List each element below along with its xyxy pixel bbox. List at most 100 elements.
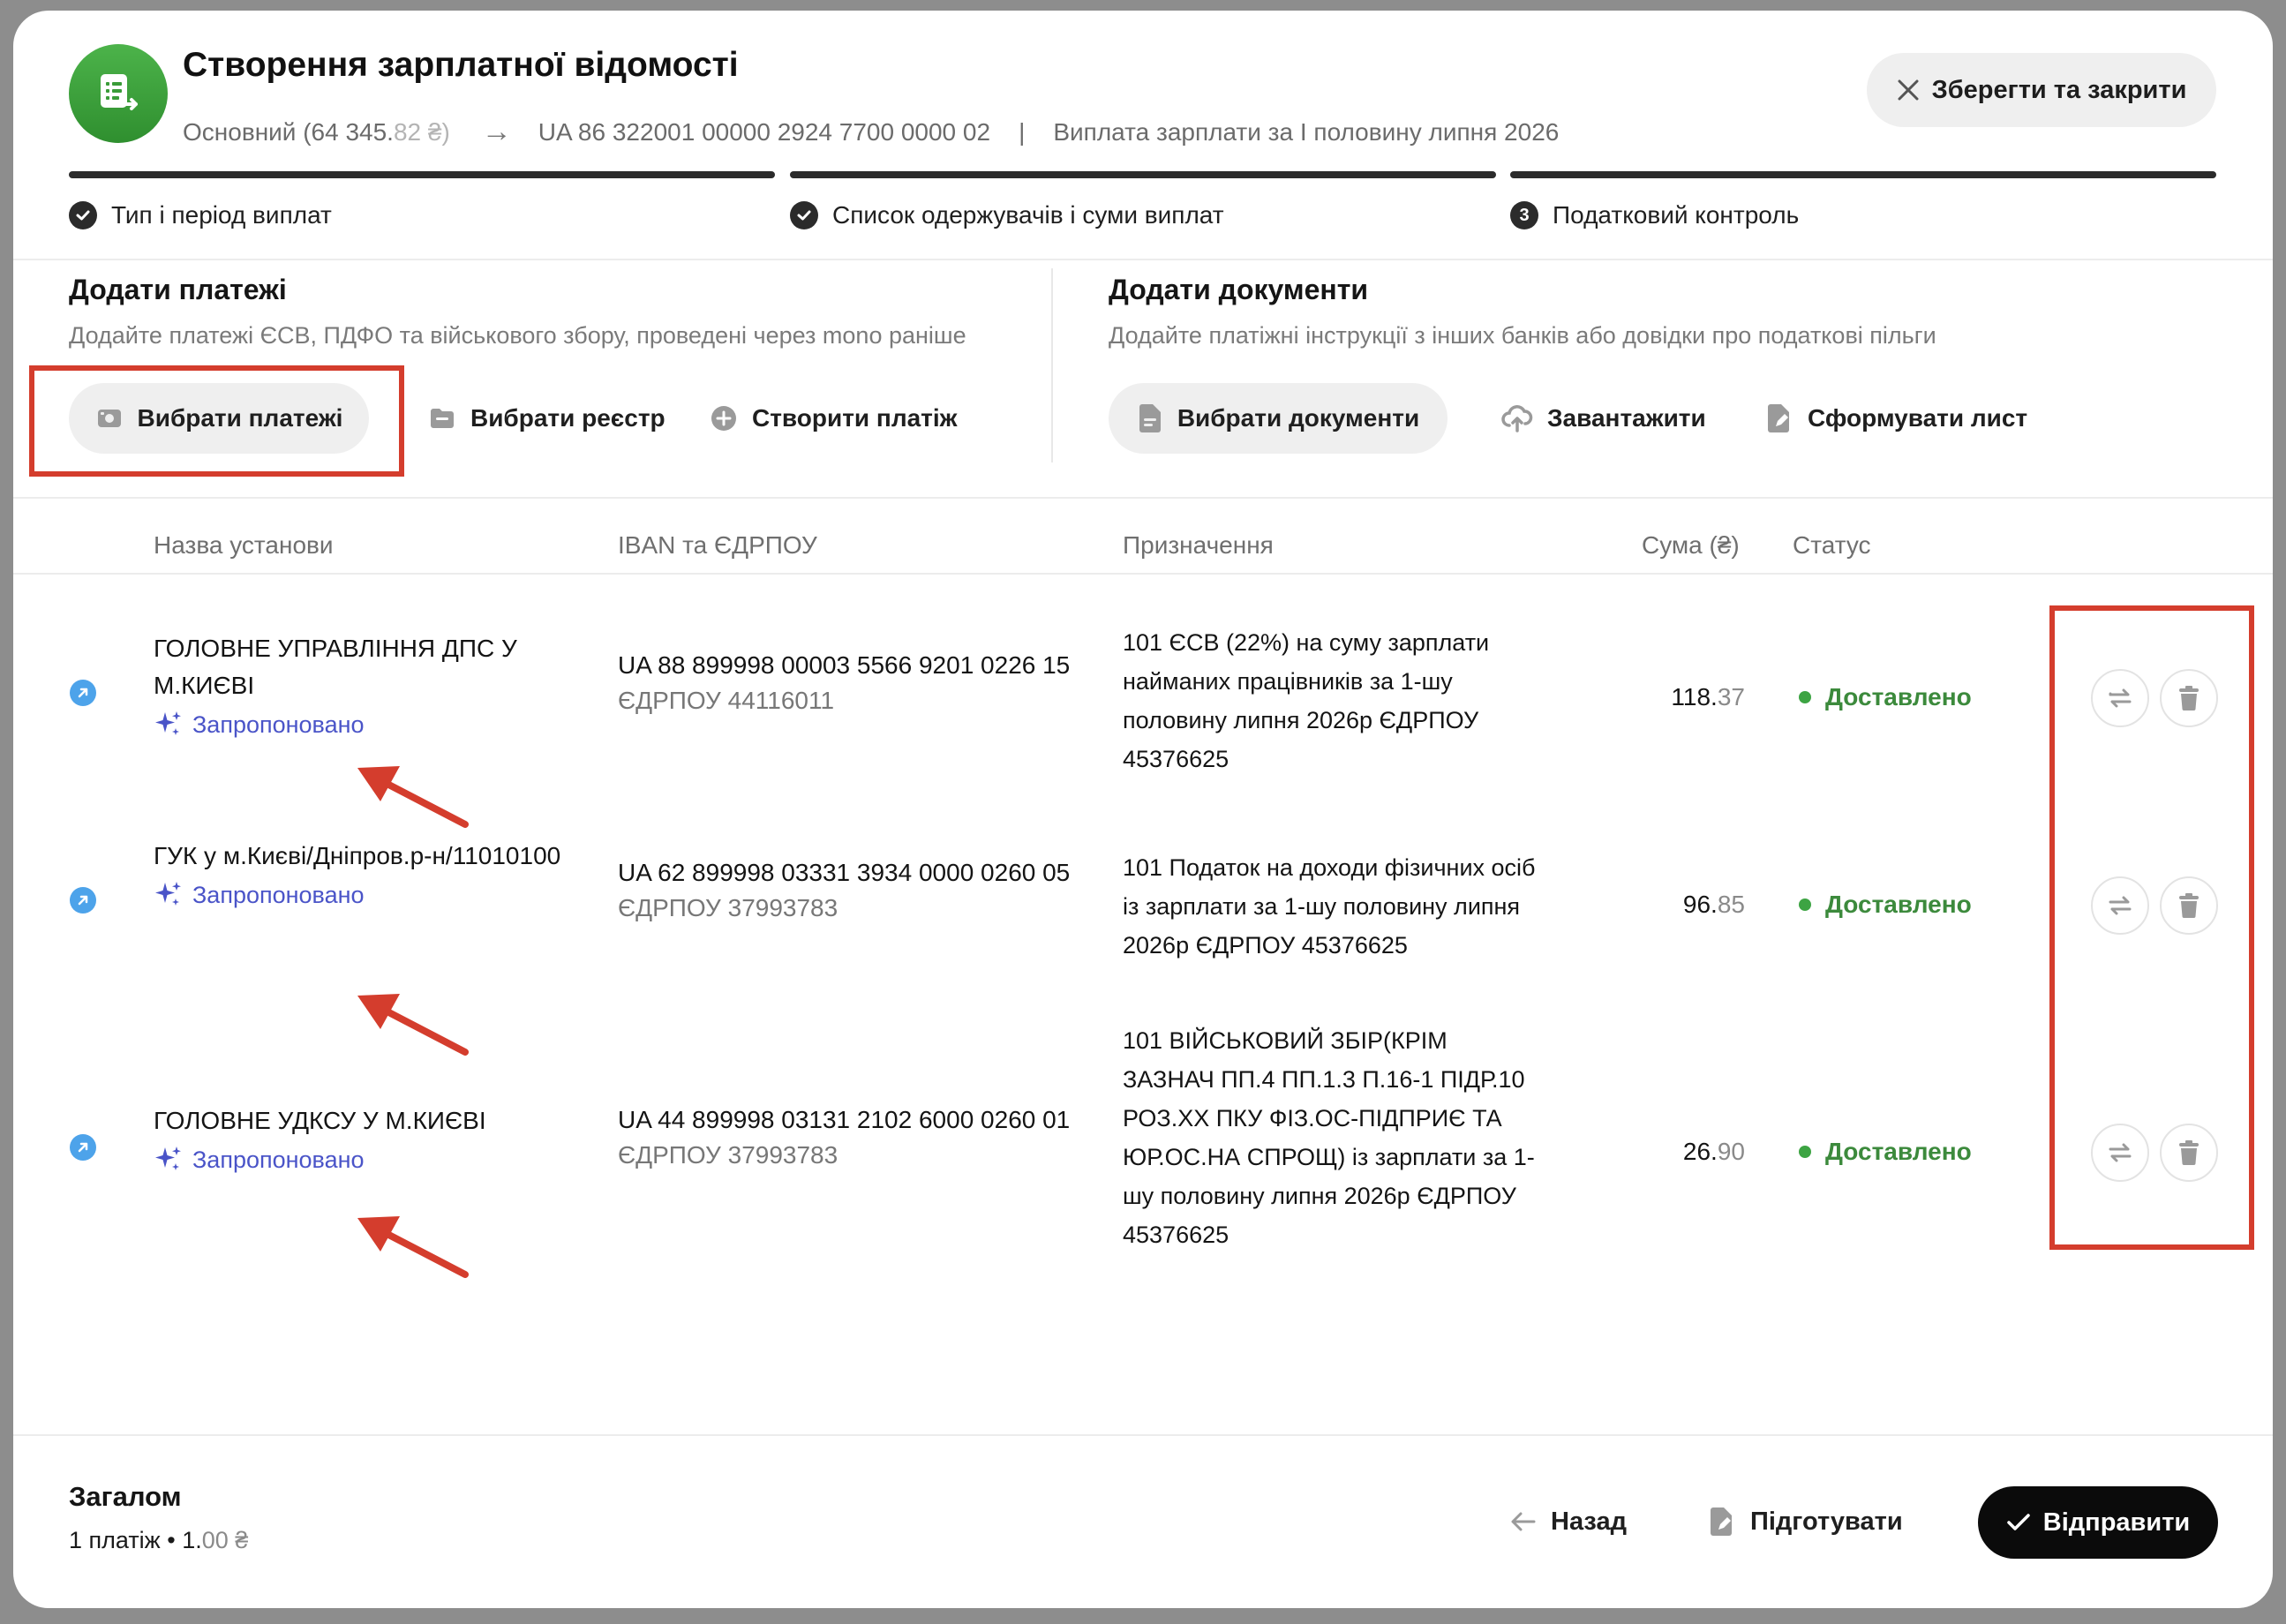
create-payment-label: Створити платіж [752, 404, 958, 432]
upload-button[interactable]: Завантажити [1501, 383, 1706, 454]
step-label: Податковий контроль [1553, 201, 1800, 229]
upload-label: Завантажити [1547, 404, 1706, 432]
divider [13, 573, 2273, 575]
account-name: Основний (64 345. [183, 117, 394, 146]
document-icon [1139, 404, 1161, 432]
send-button[interactable]: Відправити [1978, 1486, 2218, 1559]
payment-description: Виплата зарплати за І половину липня 202… [1053, 117, 1560, 146]
step-recipients[interactable]: Список одержувачів і суми виплат [790, 171, 1496, 229]
recipient-iban: UA 88 899998 00003 5566 9201 0226 15 [618, 651, 1071, 679]
status-dot [1799, 898, 1811, 911]
payroll-modal: Створення зарплатної відомості Основний … [13, 11, 2273, 1608]
add-documents-title: Додати документи [1109, 274, 1369, 305]
suggested-tag: Запропоновано [154, 706, 577, 743]
total-summary: 1 платіж • 1.00 ₴ [69, 1527, 249, 1553]
step-number-badge: 3 [1510, 201, 1538, 229]
account-cents: 82 ₴) [393, 117, 450, 146]
step-label: Тип і період виплат [111, 201, 332, 229]
recipient-iban: UA 44 899998 03131 2102 6000 0260 01 [618, 1106, 1071, 1133]
payroll-summary-line: Основний (64 345. 82 ₴) → UA 86 322001 00… [183, 115, 1559, 149]
step-type-period[interactable]: Тип і період виплат [69, 171, 775, 229]
sparkle-icon [155, 711, 181, 735]
check-icon [2007, 1514, 2030, 1530]
divider [13, 1434, 2273, 1436]
recipient-iban: UA 62 899998 03331 3934 0000 0260 05 [618, 859, 1071, 886]
select-documents-button[interactable]: Вибрати документи [1109, 383, 1448, 454]
suggested-tag: Запропоновано [154, 876, 577, 914]
annotation-arrow-icon [357, 1216, 469, 1278]
payment-purpose: 101 ВІЙСЬКОВИЙ ЗБІР(КРІМ ЗАЗНАЧ ПП.4 ПП.… [1123, 1027, 1535, 1248]
annotation-arrow-icon [357, 766, 469, 828]
back-label: Назад [1551, 1507, 1627, 1536]
step-progress-bar [790, 171, 1496, 178]
section-divider [1051, 268, 1053, 462]
payment-purpose: 101 Податок на доходи фізичних осіб із з… [1123, 854, 1536, 959]
status-dot [1799, 1146, 1811, 1158]
outgoing-payment-icon [70, 887, 96, 914]
status-badge: Доставлено [1799, 683, 1972, 711]
payment-amount: 26.90 [1682, 1138, 1745, 1165]
step-tax-control[interactable]: 3 Податковий контроль [1510, 171, 2216, 229]
divider [13, 259, 2273, 260]
annotation-arrow-icon [357, 994, 469, 1056]
outgoing-payment-icon [70, 680, 96, 706]
upload-cloud-icon [1501, 405, 1533, 432]
save-and-close-button[interactable]: Зберегти та закрити [1867, 53, 2216, 127]
divider [13, 497, 2273, 499]
plus-circle-icon [711, 406, 736, 431]
payment-amount: 96.85 [1682, 891, 1745, 918]
column-header-institution: Назва установи [154, 531, 334, 559]
institution-name: ГУК у м.Києві/Дніпров.р-н/11010100 [154, 842, 561, 869]
status-badge: Доставлено [1799, 1138, 1972, 1166]
suggested-label: Запропоновано [192, 882, 365, 908]
suggested-tag: Запропоновано [154, 1141, 577, 1178]
page-title: Створення зарплатної відомості [183, 46, 739, 84]
step-progress-bar [69, 171, 775, 178]
generate-letter-label: Сформувати лист [1808, 404, 2028, 432]
status-dot [1799, 691, 1811, 703]
status-badge: Доставлено [1799, 891, 1972, 919]
recipient-edrpou: ЄДРПОУ 37993783 [618, 1141, 838, 1169]
select-documents-label: Вибрати документи [1177, 404, 1420, 432]
add-payments-title: Додати платежі [69, 274, 287, 305]
column-header-status: Статус [1793, 531, 1871, 559]
column-header-iban: IBAN та ЄДРПОУ [618, 531, 817, 559]
select-registry-button[interactable]: Вибрати реєстр [428, 383, 665, 454]
column-header-purpose: Призначення [1123, 531, 1274, 559]
separator: | [1019, 117, 1026, 146]
column-header-amount: Сума (₴) [1642, 531, 1740, 559]
recipient-edrpou: ЄДРПОУ 44116011 [618, 687, 835, 714]
annotation-highlight-select-payments [29, 365, 404, 477]
document-edit-icon [1711, 1507, 1732, 1536]
annotation-highlight-row-actions [2049, 605, 2254, 1250]
check-icon [69, 201, 97, 229]
sparkle-icon [155, 882, 181, 906]
check-icon [790, 201, 818, 229]
send-label: Відправити [2042, 1507, 2191, 1537]
institution-name: ГОЛОВНЕ УПРАВЛІННЯ ДПС У М.КИЄВІ [154, 635, 517, 699]
create-payment-button[interactable]: Створити платіж [710, 383, 958, 454]
account-iban: UA 86 322001 00000 2924 7700 0000 02 [538, 117, 991, 146]
back-button[interactable]: Назад [1510, 1486, 1627, 1557]
payment-purpose: 101 ЄСВ (22%) на суму зарплати найманих … [1123, 629, 1490, 772]
close-icon [1898, 79, 1919, 101]
select-registry-label: Вибрати реєстр [470, 404, 665, 432]
suggested-label: Запропоновано [192, 711, 365, 738]
outgoing-payment-icon [70, 1134, 96, 1161]
payment-amount: 118.37 [1671, 683, 1745, 710]
add-documents-description: Додайте платіжні інструкції з інших банк… [1109, 322, 1936, 349]
institution-name: ГОЛОВНЕ УДКСУ У М.КИЄВІ [154, 1107, 486, 1134]
payroll-logo-icon [69, 44, 168, 143]
suggested-label: Запропоновано [192, 1147, 365, 1173]
total-title: Загалом [69, 1481, 182, 1512]
save-and-close-label: Зберегти та закрити [1931, 75, 2187, 104]
sparkle-icon [155, 1147, 181, 1170]
folder-icon [431, 409, 454, 428]
prepare-button[interactable]: Підготувати [1708, 1486, 1903, 1557]
add-payments-description: Додайте платежі ЄСВ, ПДФО та військового… [69, 322, 966, 349]
document-edit-icon [1768, 404, 1789, 432]
arrow-left-icon [1511, 1512, 1536, 1531]
step-progress-bar [1510, 171, 2216, 178]
generate-letter-button[interactable]: Сформувати лист [1765, 383, 2027, 454]
step-label: Список одержувачів і суми виплат [832, 201, 1224, 229]
